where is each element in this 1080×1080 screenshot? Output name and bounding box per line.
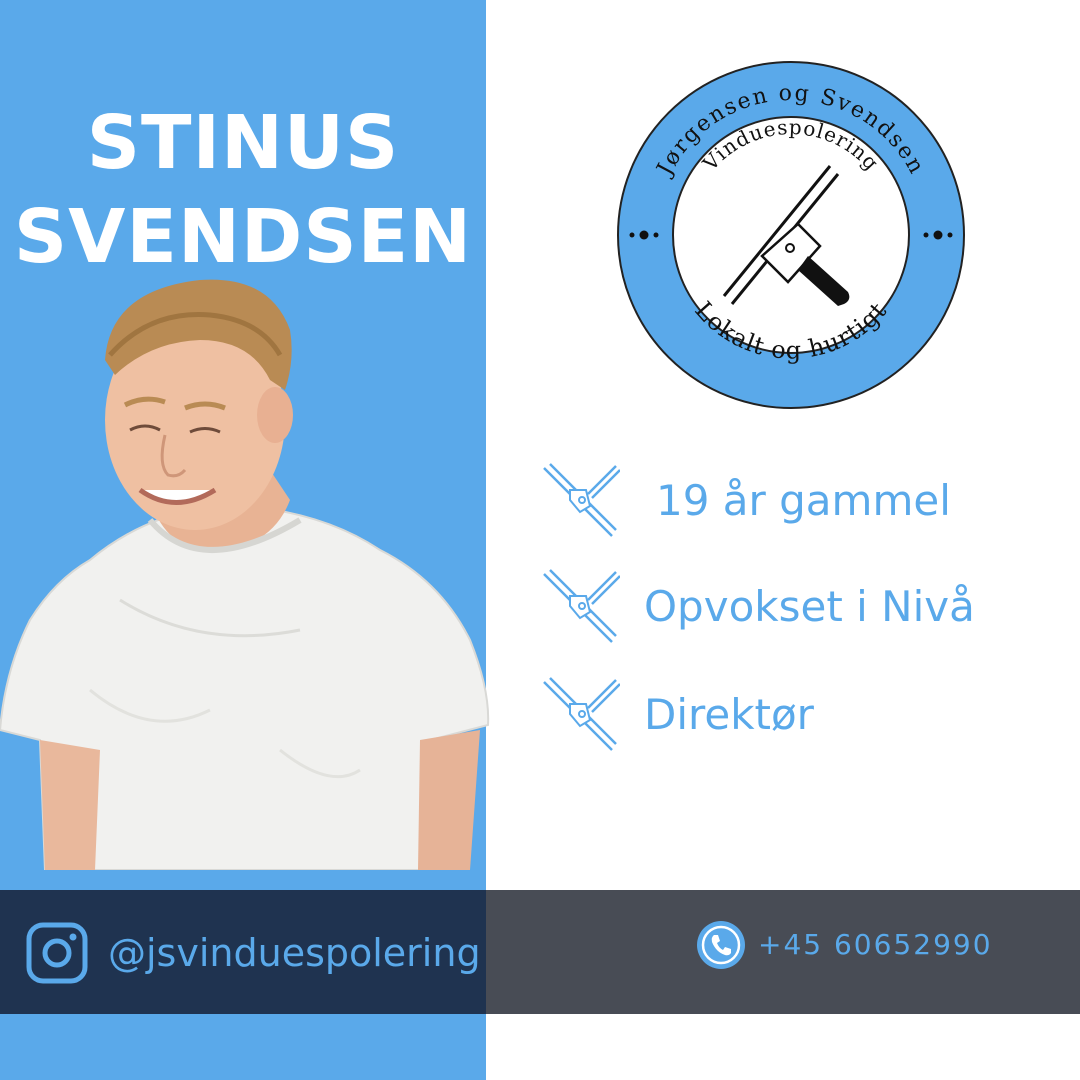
squeegee-icon <box>540 460 620 540</box>
list-item: Opvokset i Nivå <box>540 566 1060 646</box>
list-item: Direktør <box>540 674 1060 754</box>
phone-number[interactable]: +45 60652990 <box>758 920 993 970</box>
instagram-icon[interactable] <box>26 922 88 984</box>
person-name: STINUS SVENDSEN <box>0 96 486 284</box>
squeegee-icon <box>540 566 620 646</box>
fact-title: Direktør <box>644 689 814 739</box>
company-logo: Jørgensen og Svendsen Vinduespolering Lo… <box>617 61 965 409</box>
fact-age: 19 år gammel <box>656 475 951 525</box>
phone-icon[interactable] <box>696 920 746 970</box>
first-name: STINUS <box>86 100 400 186</box>
squeegee-icon <box>540 674 620 754</box>
profile-photo <box>0 279 490 870</box>
instagram-handle-link[interactable]: @jsvinduespolering <box>108 922 481 984</box>
list-item: 19 år gammel <box>540 460 1060 540</box>
fact-hometown: Opvokset i Nivå <box>644 581 975 631</box>
